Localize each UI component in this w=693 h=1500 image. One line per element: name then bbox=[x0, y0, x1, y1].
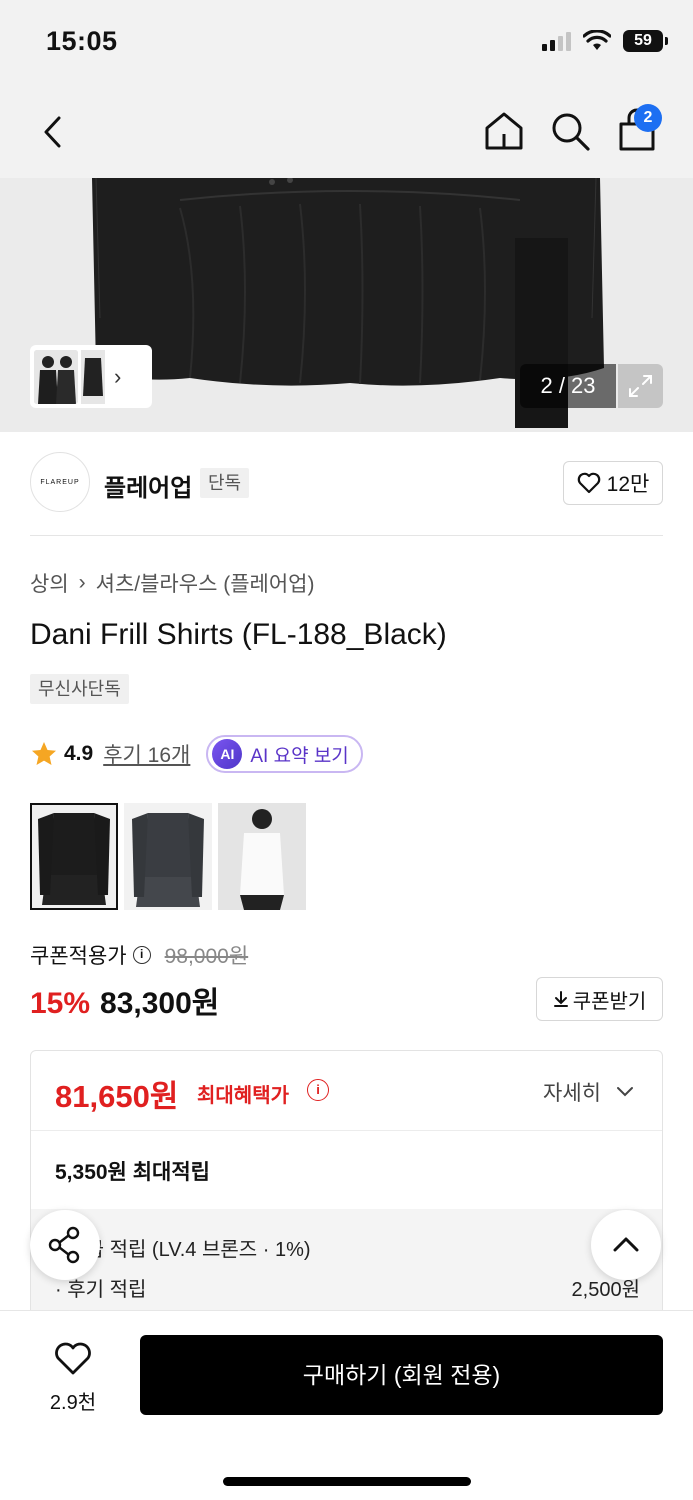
color-variants bbox=[30, 803, 306, 910]
chevron-up-icon bbox=[613, 1237, 639, 1252]
star-icon bbox=[32, 742, 56, 765]
thumbnail-strip[interactable]: › bbox=[30, 345, 152, 408]
ai-icon: AI bbox=[212, 739, 243, 769]
scroll-top-button[interactable] bbox=[591, 1210, 661, 1280]
search-icon[interactable] bbox=[548, 108, 592, 154]
share-icon bbox=[48, 1226, 80, 1264]
product-title: Dani Frill Shirts (FL-188_Black) bbox=[30, 618, 447, 651]
rating-row: 4.9 후기 16개 AI AI 요약 보기 bbox=[30, 734, 363, 774]
info-icon[interactable]: i bbox=[307, 1079, 329, 1101]
wifi-icon bbox=[583, 30, 611, 50]
brand-tag: 단독 bbox=[200, 468, 250, 498]
rating-score: 4.9 bbox=[64, 742, 94, 765]
expand-button[interactable] bbox=[618, 364, 663, 408]
ai-summary-label: AI 요약 보기 bbox=[250, 745, 349, 767]
variant-charcoal[interactable] bbox=[124, 803, 212, 910]
variant-white[interactable] bbox=[218, 803, 306, 910]
bottom-action-bar: 2.9천 구매하기 (회원 전용) bbox=[0, 1310, 693, 1500]
brand-logo[interactable]: FLAREUP bbox=[30, 452, 90, 512]
status-time: 15:05 bbox=[46, 26, 118, 56]
coupon-price-label-row: 쿠폰적용가 i 98,000원 bbox=[30, 940, 248, 970]
brand-like-button[interactable]: 12만 bbox=[563, 461, 663, 505]
page-indicator: 2 / 23 bbox=[520, 364, 616, 408]
benefit-box: 81,650원 최대혜택가 i 자세히 5,350원 최대적립 · 등급 적립 … bbox=[30, 1050, 663, 1330]
discount-rate: 15% bbox=[30, 987, 91, 1020]
breadcrumb: 상의 › 셔츠/블라우스 (플레어업) bbox=[30, 568, 315, 598]
sale-price: 83,300원 bbox=[100, 987, 220, 1020]
status-icons: 59 bbox=[542, 30, 668, 52]
max-benefit-label: 최대혜택가 bbox=[197, 1085, 289, 1107]
nav-bar bbox=[0, 88, 693, 178]
max-benefit-price: 81,650원 bbox=[55, 1079, 179, 1114]
home-icon[interactable] bbox=[482, 108, 526, 154]
wishlist-button[interactable]: 2.9천 bbox=[40, 1341, 106, 1415]
points-row: · 등급 적립 (LV.4 브론즈 · 1%) 8 bbox=[55, 1233, 640, 1262]
battery-icon: 59 bbox=[623, 30, 668, 52]
variant-black[interactable] bbox=[30, 803, 118, 910]
brand-name[interactable]: 플레어업 bbox=[104, 468, 192, 503]
expand-icon bbox=[629, 375, 652, 397]
cart-count-badge: 2 bbox=[634, 104, 662, 132]
chevron-down-icon bbox=[617, 1087, 633, 1097]
coupon-price-label: 쿠폰적용가 bbox=[30, 945, 127, 968]
home-indicator bbox=[223, 1477, 471, 1486]
points-row: · 후기 적립 2,500원 bbox=[55, 1273, 640, 1302]
breadcrumb-category[interactable]: 상의 bbox=[30, 568, 69, 598]
coupon-button-label: 쿠폰받기 bbox=[572, 990, 647, 1013]
ai-summary-button[interactable]: AI AI 요약 보기 bbox=[206, 735, 363, 773]
buy-button[interactable]: 구매하기 (회원 전용) bbox=[140, 1335, 663, 1415]
download-icon bbox=[553, 991, 568, 1007]
brand-like-count: 12만 bbox=[606, 473, 650, 496]
share-button[interactable] bbox=[30, 1210, 100, 1280]
heart-icon bbox=[55, 1342, 91, 1375]
thumbnail-image bbox=[34, 349, 78, 404]
price-row: 15% 83,300원 bbox=[30, 978, 219, 1022]
exclusive-badge: 무신사단독 bbox=[30, 674, 129, 704]
original-price: 98,000원 bbox=[164, 945, 249, 968]
back-icon[interactable] bbox=[34, 110, 74, 154]
detail-link[interactable]: 자세히 bbox=[543, 1077, 601, 1107]
coupon-download-button[interactable]: 쿠폰받기 bbox=[536, 977, 663, 1021]
benefit-header[interactable]: 81,650원 최대혜택가 i 자세히 bbox=[31, 1051, 662, 1131]
points-total: 5,350원 최대적립 bbox=[55, 1161, 210, 1184]
wishlist-count: 2.9천 bbox=[49, 1392, 97, 1414]
signal-icon bbox=[542, 31, 571, 51]
review-link[interactable]: 후기 16개 bbox=[103, 739, 190, 769]
chevron-right-icon: › bbox=[114, 363, 122, 389]
thumbnail-image bbox=[81, 349, 105, 404]
brand-row: FLAREUP 플레어업 단독 12만 bbox=[30, 452, 663, 536]
heart-icon bbox=[577, 472, 600, 494]
status-bar: 15:05 59 bbox=[0, 0, 693, 88]
breadcrumb-subcategory[interactable]: 셔츠/블라우스 (플레어업) bbox=[96, 568, 315, 598]
info-icon[interactable]: i bbox=[132, 946, 151, 964]
chevron-right-icon: › bbox=[78, 571, 86, 594]
